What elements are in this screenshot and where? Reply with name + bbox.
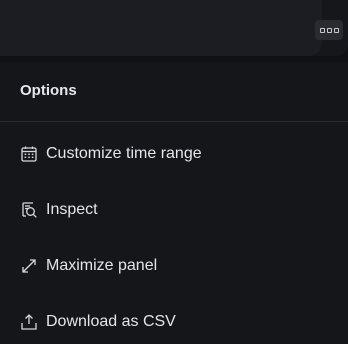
menu-item-maximize-panel[interactable]: Maximize panel [0,238,348,294]
maximize-icon [18,255,40,277]
menu-item-inspect[interactable]: Inspect [0,182,348,238]
more-options-button[interactable] [315,20,343,40]
more-dot-icon [319,27,325,33]
panel-header [0,0,322,56]
more-dot-icon [326,27,332,33]
options-menu: Options Customize time range Inspect Max… [0,62,348,344]
menu-header: Options [0,62,348,122]
menu-title: Options [20,82,77,99]
panel-background [0,0,348,56]
menu-item-download-csv[interactable]: Download as CSV [0,294,348,344]
calendar-icon [18,143,40,165]
menu-item-label: Inspect [46,201,98,218]
menu-item-label: Customize time range [46,145,202,162]
app-root: Options Customize time range Inspect Max… [0,0,348,344]
inspect-icon [18,199,40,221]
menu-item-customize-time-range[interactable]: Customize time range [0,126,348,182]
download-icon [18,311,40,333]
more-dot-icon [333,27,339,33]
menu-item-label: Maximize panel [46,257,158,274]
menu-item-label: Download as CSV [46,313,176,330]
